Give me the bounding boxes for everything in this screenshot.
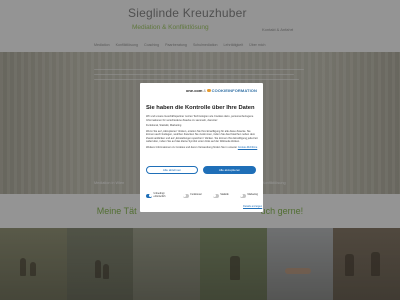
toggle-necessary: Unbedingt erforderlich	[146, 192, 172, 199]
toggle-switch-marketing[interactable]	[239, 194, 246, 198]
brand-cookieinformation: COOKIEINFORMATION	[211, 88, 257, 93]
dialog-title: Sie haben die Kontrolle über Ihre Daten	[146, 105, 255, 111]
details-link[interactable]: Details anzeigen	[243, 205, 262, 208]
dialog-purposes: Funktional, Statistik, Marketing	[146, 124, 182, 127]
reject-all-button[interactable]: Alle ablehnen	[146, 166, 198, 174]
toggle-functional: Funktional	[182, 193, 202, 198]
toggle-label: Funktional	[190, 193, 202, 197]
toggle-switch-functional[interactable]	[182, 194, 189, 198]
toggle-label: Marketing	[247, 193, 258, 197]
cookie-brand: one.com & COOKIEINFORMATION	[140, 88, 263, 93]
consent-toggles: Unbedingt erforderlich Funktional Statis…	[146, 192, 258, 199]
toggle-statistics: Statistik	[212, 193, 229, 198]
toggle-marketing: Marketing	[239, 193, 258, 198]
toggle-switch-statistics[interactable]	[212, 194, 219, 198]
dialog-paragraph: Wir und unsere Geschäftspartner nutzen T…	[146, 115, 254, 122]
brand-ampersand: &	[203, 88, 207, 93]
dialog-paragraph: Weitere Informationen zu Cookies und der…	[146, 146, 258, 150]
cookie-policy-link[interactable]: Cookie-Richtlinie	[238, 146, 257, 149]
dialog-body: Wir und unsere Geschäftspartner nutzen T…	[146, 115, 258, 151]
dialog-policy-text: Weitere Informationen zu Cookies und der…	[146, 145, 238, 149]
toggle-label: Unbedingt erforderlich	[153, 192, 166, 198]
brand-onecom: one.com	[185, 88, 203, 93]
toggle-label: Statistik	[220, 193, 229, 197]
accept-all-button[interactable]: Alle akzeptieren	[203, 166, 256, 174]
dialog-paragraph: Wenn Sie auf „Akzeptieren“ klicken, erte…	[146, 129, 258, 144]
toggle-switch-necessary[interactable]	[146, 194, 152, 198]
cookie-logo-icon	[207, 88, 211, 93]
